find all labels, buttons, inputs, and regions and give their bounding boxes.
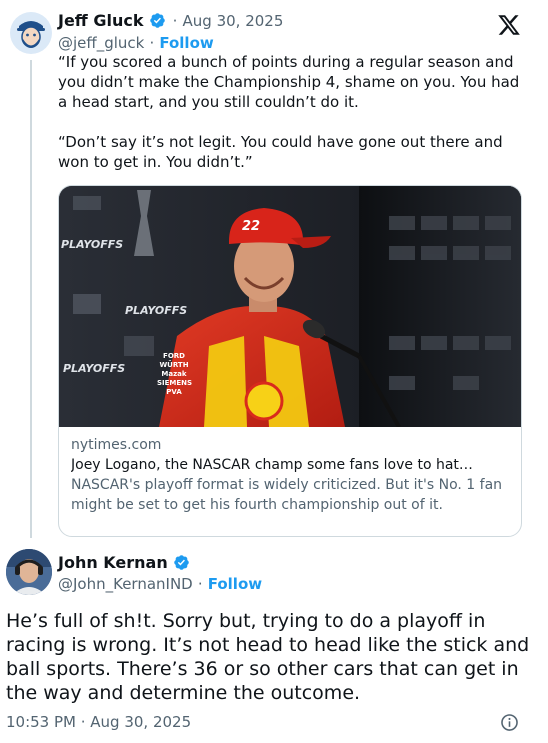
x-logo-icon[interactable] [497, 13, 521, 37]
main-tweet-text: He’s full of sh!t. Sorry but, trying to … [6, 610, 530, 704]
backdrop-label-playoffs-3: PLAYOFFS [63, 362, 126, 375]
link-card-description: NASCAR's playoff format is widely critic… [71, 477, 503, 513]
quoted-tweet-body: “If you scored a bunch of points during … [58, 52, 524, 172]
follow-john-button[interactable]: Follow [208, 575, 262, 593]
backdrop-label-playoffs-2: PLAYOFFS [125, 304, 188, 317]
quoted-tweet-header: Jeff Gluck · Aug 30, 2025 [58, 11, 284, 30]
suit-patches: FORD WÜRTH Mazak SIEMENS PVA [157, 352, 193, 396]
quoted-author-name[interactable]: Jeff Gluck [58, 11, 143, 30]
link-card-meta: nytimes.com Joey Logano, the NASCAR cham… [59, 427, 521, 525]
main-handle-row: @John_KernanIND · Follow [58, 575, 263, 593]
main-tweet-header: John Kernan [58, 553, 190, 572]
follow-jeff-button[interactable]: Follow [159, 34, 213, 52]
main-handle[interactable]: @John_KernanIND [58, 575, 193, 593]
main-tweet-timestamp[interactable]: 10:53 PM · Aug 30, 2025 [6, 713, 191, 731]
verified-badge-icon [173, 554, 190, 571]
link-card[interactable]: PLAYOFFS PLAYOFFS PLAYOFFS 22 FORD WÜRTH… [58, 185, 522, 537]
john-kernan-avatar[interactable] [6, 549, 52, 595]
thread-line [30, 60, 32, 538]
jeff-gluck-avatar[interactable] [10, 12, 52, 54]
link-card-image: PLAYOFFS PLAYOFFS PLAYOFFS 22 FORD WÜRTH… [59, 186, 521, 427]
cap-number: 22 [242, 219, 261, 234]
backdrop-label-playoffs-1: PLAYOFFS [61, 238, 124, 251]
quoted-paragraph-1: “If you scored a bunch of points during … [58, 53, 520, 111]
main-author-name[interactable]: John Kernan [58, 553, 168, 572]
link-card-domain: nytimes.com [71, 437, 162, 453]
quoted-tweet-date[interactable]: Aug 30, 2025 [183, 12, 284, 30]
quoted-handle[interactable]: @jeff_gluck [58, 34, 144, 52]
verified-badge-icon [149, 12, 166, 29]
quoted-paragraph-2: “Don’t say it’s not legit. You could hav… [58, 133, 503, 171]
link-card-title: Joey Logano, the NASCAR champ some fans … [71, 457, 473, 473]
info-icon[interactable] [500, 713, 519, 732]
quoted-handle-row: @jeff_gluck · Follow [58, 34, 214, 52]
